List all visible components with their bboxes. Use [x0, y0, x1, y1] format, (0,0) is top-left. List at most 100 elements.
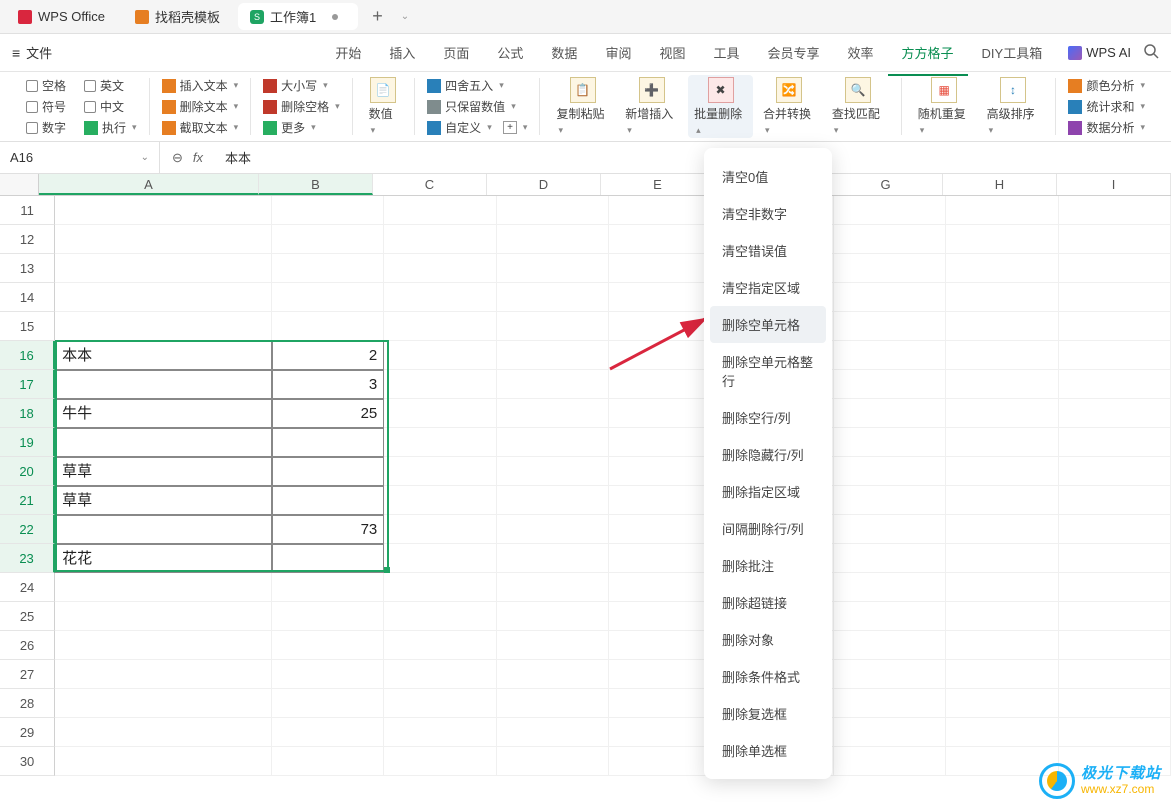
col-header-G[interactable]: G — [829, 174, 943, 195]
cell-H14[interactable] — [946, 283, 1058, 312]
row-header-24[interactable]: 24 — [0, 573, 55, 602]
cell-A25[interactable] — [55, 602, 272, 631]
cell-A27[interactable] — [55, 660, 272, 689]
row-header-30[interactable]: 30 — [0, 747, 55, 776]
app-tab-workbook[interactable]: S 工作簿1 — [238, 3, 358, 30]
btn-new-insert[interactable]: ➕新增插入▾ — [619, 75, 684, 138]
cell-D30[interactable] — [497, 747, 609, 776]
dropdown-item[interactable]: 删除空行/列 — [704, 399, 832, 436]
cell-A15[interactable] — [55, 312, 272, 341]
col-header-I[interactable]: I — [1057, 174, 1171, 195]
add-tab-button[interactable]: + — [364, 6, 391, 27]
menu-数据[interactable]: 数据 — [537, 39, 591, 66]
cell-B29[interactable] — [272, 718, 384, 747]
row-header-27[interactable]: 27 — [0, 660, 55, 689]
col-header-B[interactable]: B — [259, 174, 373, 195]
cell-D15[interactable] — [497, 312, 609, 341]
row-header-15[interactable]: 15 — [0, 312, 55, 341]
cell-G15[interactable] — [834, 312, 946, 341]
cell-D22[interactable] — [497, 515, 609, 544]
btn-delete-text[interactable]: 删除文本▾ — [160, 97, 241, 116]
cell-I26[interactable] — [1059, 631, 1171, 660]
dropdown-item[interactable]: 删除复选框 — [704, 695, 832, 732]
cell-D21[interactable] — [497, 486, 609, 515]
row-header-19[interactable]: 19 — [0, 428, 55, 457]
cell-I25[interactable] — [1059, 602, 1171, 631]
check-english[interactable]: 英文 — [82, 76, 126, 95]
cell-H13[interactable] — [946, 254, 1058, 283]
dropdown-item[interactable]: 清空非数字 — [704, 195, 832, 232]
cell-A11[interactable] — [55, 196, 272, 225]
cell-I20[interactable] — [1059, 457, 1171, 486]
cell-D17[interactable] — [497, 370, 609, 399]
cell-D24[interactable] — [497, 573, 609, 602]
cell-C14[interactable] — [384, 283, 496, 312]
btn-execute[interactable]: 执行▾ — [82, 118, 139, 137]
btn-cut-text[interactable]: 截取文本▾ — [160, 118, 241, 137]
cell-C18[interactable] — [384, 399, 496, 428]
btn-insert-text[interactable]: 插入文本▾ — [160, 76, 241, 95]
cell-I14[interactable] — [1059, 283, 1171, 312]
row-header-26[interactable]: 26 — [0, 631, 55, 660]
cell-I18[interactable] — [1059, 399, 1171, 428]
wps-ai-button[interactable]: WPS AI — [1068, 45, 1131, 60]
row-header-17[interactable]: 17 — [0, 370, 55, 399]
btn-batch-delete[interactable]: ✖批量删除▴ — [688, 75, 753, 138]
cell-I27[interactable] — [1059, 660, 1171, 689]
cell-H26[interactable] — [946, 631, 1058, 660]
cell-A30[interactable] — [55, 747, 272, 776]
dropdown-item[interactable]: 间隔删除行/列 — [704, 510, 832, 547]
cell-H15[interactable] — [946, 312, 1058, 341]
app-tab-wps[interactable]: WPS Office — [6, 5, 117, 28]
cell-C21[interactable] — [384, 486, 496, 515]
btn-stat-sum[interactable]: 统计求和▾ — [1066, 97, 1147, 116]
cell-A16[interactable]: 本本 — [55, 341, 272, 370]
cell-A23[interactable]: 花花 — [55, 544, 272, 573]
cell-A21[interactable]: 草草 — [55, 486, 272, 515]
cell-H17[interactable] — [946, 370, 1058, 399]
dropdown-item[interactable]: 删除指定区域 — [704, 473, 832, 510]
cell-C19[interactable] — [384, 428, 496, 457]
cell-C15[interactable] — [384, 312, 496, 341]
cell-H20[interactable] — [946, 457, 1058, 486]
cell-B28[interactable] — [272, 689, 384, 718]
cell-D23[interactable] — [497, 544, 609, 573]
cell-A17[interactable] — [55, 370, 272, 399]
btn-sort[interactable]: ↕高级排序▾ — [981, 75, 1046, 138]
btn-find-match[interactable]: 🔍查找匹配▾ — [826, 75, 891, 138]
dropdown-item[interactable]: 删除批注 — [704, 547, 832, 584]
cell-G29[interactable] — [834, 718, 946, 747]
cell-I13[interactable] — [1059, 254, 1171, 283]
cell-G26[interactable] — [834, 631, 946, 660]
cell-B19[interactable] — [272, 428, 384, 457]
cell-G28[interactable] — [834, 689, 946, 718]
menu-插入[interactable]: 插入 — [375, 39, 429, 66]
btn-custom[interactable]: 自定义▾ +▾ — [425, 118, 529, 137]
cell-C24[interactable] — [384, 573, 496, 602]
cell-I28[interactable] — [1059, 689, 1171, 718]
cell-H16[interactable] — [946, 341, 1058, 370]
col-header-E[interactable]: E — [601, 174, 715, 195]
cell-C28[interactable] — [384, 689, 496, 718]
cell-G19[interactable] — [834, 428, 946, 457]
dropdown-item[interactable]: 删除空单元格整行 — [704, 343, 832, 399]
menu-公式[interactable]: 公式 — [483, 39, 537, 66]
cell-G23[interactable] — [834, 544, 946, 573]
cell-A29[interactable] — [55, 718, 272, 747]
cell-B23[interactable] — [272, 544, 384, 573]
cell-D28[interactable] — [497, 689, 609, 718]
menu-file[interactable]: 文件 — [26, 43, 52, 62]
cell-B22[interactable]: 73 — [272, 515, 384, 544]
cell-A19[interactable] — [55, 428, 272, 457]
cell-G27[interactable] — [834, 660, 946, 689]
check-space[interactable]: 空格 — [24, 76, 68, 95]
cell-D16[interactable] — [497, 341, 609, 370]
cell-H24[interactable] — [946, 573, 1058, 602]
cell-C26[interactable] — [384, 631, 496, 660]
hamburger-icon[interactable]: ≡ — [12, 45, 20, 61]
cell-G30[interactable] — [834, 747, 946, 776]
tab-overflow-button[interactable]: ⌄ — [401, 11, 409, 22]
cell-G12[interactable] — [834, 225, 946, 254]
row-header-21[interactable]: 21 — [0, 486, 55, 515]
cell-G16[interactable] — [834, 341, 946, 370]
